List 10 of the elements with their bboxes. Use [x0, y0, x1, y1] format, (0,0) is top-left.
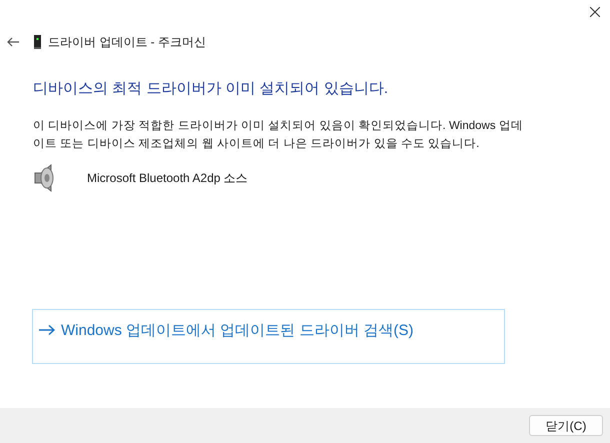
back-arrow-icon	[7, 37, 19, 47]
device-name: Microsoft Bluetooth A2dp 소스	[87, 170, 248, 186]
device-icon	[34, 35, 41, 49]
window-title: 드라이버 업데이트 - 주크머신	[48, 34, 206, 51]
search-driver-link[interactable]: Windows 업데이트에서 업데이트된 드라이버 검색(S)	[32, 309, 505, 364]
heading: 디바이스의 최적 드라이버가 이미 설치되어 있습니다.	[33, 79, 390, 99]
message-text: 이 디바이스에 가장 적합한 드라이버가 이미 설치되어 있음이 확인되었습니다. Windows 업데이트 또는 디바이스 제조업체의 웹 사이트에 더 나은 드라이버가 있을 수도 있습니다.	[33, 118, 524, 152]
close-dialog-button[interactable]: 닫기(C)	[529, 415, 603, 436]
arrow-icon	[39, 325, 55, 335]
close-icon	[590, 7, 600, 17]
